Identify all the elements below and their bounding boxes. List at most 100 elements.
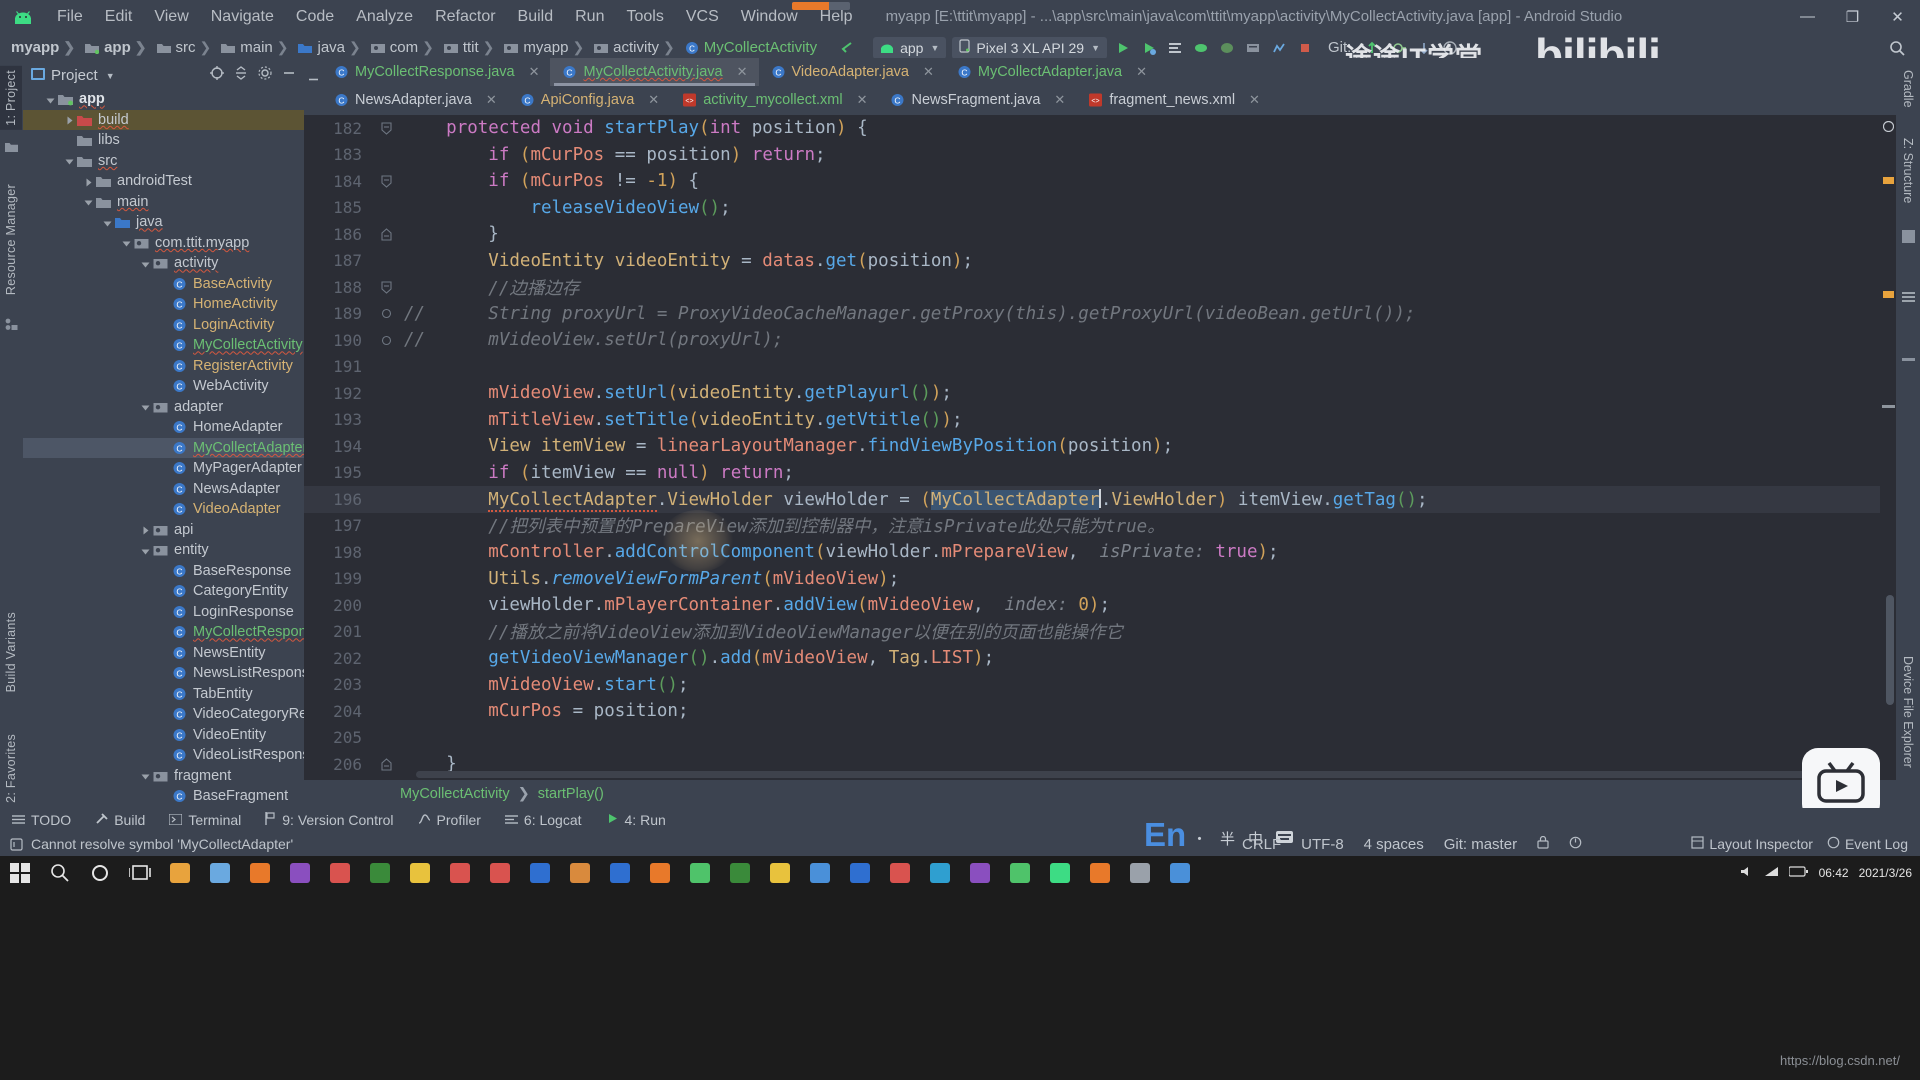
menu-analyze[interactable]: Analyze (345, 5, 424, 29)
taskbar-photo-icon[interactable] (1080, 856, 1120, 890)
taskbar-firefox-icon[interactable] (240, 856, 280, 890)
run-button[interactable] (1110, 36, 1136, 60)
scroll-from-source-icon[interactable] (210, 66, 224, 85)
taskbar-store-icon[interactable] (840, 856, 880, 890)
event-log-button[interactable]: Event Log (1827, 836, 1908, 852)
back-arrow-icon[interactable] (834, 36, 860, 60)
close-tab-icon[interactable]: ✕ (486, 92, 497, 108)
taskbar-folder-yellow-icon[interactable] (400, 856, 440, 890)
editor-status-group[interactable]: CRLF UTF-8 4 spaces Git: master (1242, 832, 1582, 856)
taskbar-tool-icon[interactable] (1120, 856, 1160, 890)
editor-tab-mycollectresponse-java[interactable]: C MyCollectResponse.java ✕ (322, 58, 550, 86)
tray-time[interactable]: 06:42 (1819, 866, 1849, 880)
taskbar-music-icon[interactable] (960, 856, 1000, 890)
git-history-icon[interactable] (1437, 36, 1463, 60)
chevron-down-icon[interactable] (140, 770, 151, 781)
code-line-205[interactable]: 205 (304, 725, 1896, 752)
code-line-201[interactable]: 201 //播放之前将VideoView添加到VideoViewManager以… (304, 619, 1896, 646)
tray-battery-icon[interactable] (1787, 866, 1809, 880)
close-tab-icon[interactable]: ✕ (529, 64, 540, 80)
menu-lines-icon[interactable] (1902, 290, 1915, 303)
tray-date[interactable]: 2021/3/26 (1859, 866, 1912, 880)
tree-item-homeadapter[interactable]: C HomeAdapter (23, 417, 304, 438)
code-line-191[interactable]: 191 (304, 354, 1896, 381)
menu-build[interactable]: Build (507, 5, 565, 29)
taskbar-wps-icon[interactable] (320, 856, 360, 890)
tree-item-com-ttit-myapp[interactable]: com.ttit.myapp (23, 233, 304, 254)
fold-gutter[interactable] (368, 307, 404, 320)
code-line-197[interactable]: 197 //把列表中预置的PrepareView添加到控制器中，注意isPriv… (304, 513, 1896, 540)
fold-gutter[interactable] (368, 334, 404, 347)
code-line-198[interactable]: 198 mController.addControlComponent(view… (304, 539, 1896, 566)
breadcrumb-ttit[interactable]: ttit ❯ (441, 39, 502, 56)
indent-label[interactable]: 4 spaces (1364, 836, 1424, 853)
tree-item-fragment[interactable]: fragment (23, 766, 304, 787)
close-button[interactable]: ✕ (1875, 0, 1920, 33)
close-tab-icon[interactable]: ✕ (857, 92, 868, 108)
taskbar-media-icon[interactable] (440, 856, 480, 890)
chevron-down-icon[interactable] (121, 237, 132, 248)
tree-item-videoadapter[interactable]: C VideoAdapter (23, 499, 304, 520)
fold-gutter[interactable] (368, 758, 404, 771)
menu-navigate[interactable]: Navigate (200, 5, 285, 29)
sidebar-item-structure[interactable]: Z: Structure (1896, 134, 1920, 207)
avd-manager-icon[interactable] (1214, 36, 1240, 60)
taskbar-lion-icon[interactable] (560, 856, 600, 890)
menu-vcs[interactable]: VCS (675, 5, 730, 29)
taskbar-cortana-icon[interactable] (80, 856, 120, 890)
sync-gradle-icon[interactable] (1188, 36, 1214, 60)
tree-item-loginresponse[interactable]: C LoginResponse (23, 602, 304, 623)
sidebar-item-project[interactable]: 1: Project (0, 66, 22, 130)
code-line-185[interactable]: 185 releaseVideoView(); (304, 195, 1896, 222)
tree-item-app[interactable]: app (23, 89, 304, 110)
breadcrumb-myapp-pkg[interactable]: myapp ❯ (501, 39, 591, 56)
tree-item-mycollectactivity[interactable]: C MyCollectActivity (23, 335, 304, 356)
breadcrumb-class[interactable]: MyCollectActivity (400, 786, 510, 802)
ime-halfwidth-icon[interactable]: 半 (1220, 828, 1235, 849)
menu-code[interactable]: Code (285, 5, 345, 29)
search-everywhere-icon[interactable] (1884, 36, 1910, 60)
line-separator-label[interactable]: CRLF (1242, 836, 1281, 853)
encoding-label[interactable]: UTF-8 (1301, 836, 1344, 853)
taskbar-calculator-icon[interactable] (200, 856, 240, 890)
project-files-icon[interactable] (5, 140, 18, 153)
chevron-down-icon[interactable] (102, 217, 113, 228)
taskbar-x-icon[interactable] (1160, 856, 1200, 890)
tree-item-baseresponse[interactable]: C BaseResponse (23, 561, 304, 582)
menu-tools[interactable]: Tools (615, 5, 674, 29)
sidebar-item-resource-manager[interactable]: Resource Manager (0, 180, 22, 299)
inspection-status-icon[interactable] (1882, 119, 1895, 133)
tool-button-terminal[interactable]: Terminal (157, 810, 253, 830)
breadcrumb-activity[interactable]: activity ❯ (591, 39, 682, 56)
hide-panel-icon[interactable] (282, 66, 296, 85)
code-line-194[interactable]: 194 View itemView = linearLayoutManager.… (304, 433, 1896, 460)
code-line-183[interactable]: 183 if (mCurPos == position) return; (304, 142, 1896, 169)
editor-tab-videoadapter-java[interactable]: C VideoAdapter.java ✕ (759, 58, 945, 86)
code-line-200[interactable]: 200 viewHolder.mPlayerContainer.addView(… (304, 592, 1896, 619)
resource-nodes-icon[interactable] (5, 317, 18, 330)
minimize-button[interactable]: — (1785, 0, 1830, 33)
tree-item-java[interactable]: java (23, 212, 304, 233)
taskbar-as-green-icon[interactable] (1040, 856, 1080, 890)
chevron-right-icon[interactable] (83, 176, 94, 187)
breadcrumb-myapp[interactable]: myapp ❯ (8, 39, 82, 56)
code-line-202[interactable]: 202 getVideoViewManager().add(mVideoView… (304, 645, 1896, 672)
sidebar-item-favorites[interactable]: 2: Favorites (0, 730, 22, 807)
fold-gutter[interactable] (368, 175, 404, 188)
tree-item-newsadapter[interactable]: C NewsAdapter (23, 479, 304, 500)
tray-volume-icon[interactable] (1739, 865, 1754, 881)
tree-item-newslistresponse[interactable]: C NewsListResponse (23, 663, 304, 684)
settings-gear-icon[interactable] (258, 66, 272, 85)
taskbar-wechat-icon[interactable] (680, 856, 720, 890)
warning-marker[interactable] (1883, 177, 1894, 184)
emulator-icon[interactable] (1902, 230, 1915, 248)
taskbar-taskview-icon[interactable] (120, 856, 160, 890)
close-tab-icon[interactable]: ✕ (923, 64, 934, 80)
chevron-down-icon[interactable] (140, 258, 151, 269)
fold-gutter[interactable] (368, 228, 404, 241)
minus-icon[interactable] (1902, 358, 1915, 361)
code-line-182[interactable]: 182 protected void startPlay(int positio… (304, 115, 1896, 142)
tree-item-adapter[interactable]: adapter (23, 397, 304, 418)
taskbar-android-studio-icon[interactable] (720, 856, 760, 890)
taskbar-chrome-icon[interactable] (1000, 856, 1040, 890)
